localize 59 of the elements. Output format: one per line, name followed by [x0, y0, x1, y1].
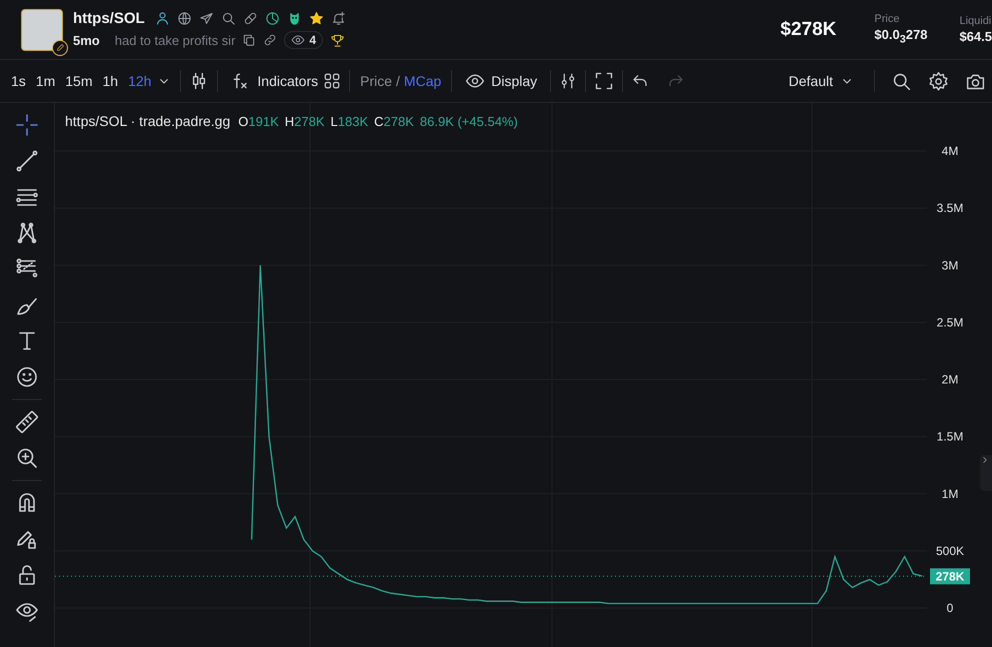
axis-tick-label: 4M	[942, 144, 958, 158]
axis-tick-label: 0	[946, 601, 954, 616]
axis-tick-label: 2.5M	[936, 315, 964, 330]
stat-value: $0.0$_{3}$278	[874, 27, 928, 46]
token-description: had to take profits sir	[114, 32, 236, 48]
send-icon[interactable]	[198, 11, 214, 26]
stat-label: Liquidi	[959, 15, 992, 27]
interval-tab[interactable]: 15m	[60, 69, 98, 93]
pattern-icon[interactable]	[15, 221, 39, 245]
ohlc-value: L183K	[330, 114, 368, 129]
axis-tick-label: 1.5M	[936, 430, 964, 444]
axis-tick-label: 3.5M	[936, 201, 964, 216]
layout-dropdown[interactable]: Default	[784, 69, 860, 93]
copy-icon[interactable]	[242, 33, 256, 47]
pie-chart-icon[interactable]	[264, 11, 280, 26]
link-icon[interactable]	[263, 33, 278, 47]
pill-icon[interactable]	[242, 11, 258, 26]
layout-grid-icon[interactable]	[323, 72, 342, 90]
crosshair-icon[interactable]	[15, 113, 39, 137]
interval-tab[interactable]: 1m	[30, 69, 60, 93]
token-name: https/SOL	[73, 10, 145, 27]
ohlc-value: O191K	[238, 114, 279, 129]
axis-tick-label: 2M	[942, 372, 958, 387]
bell-plus-icon[interactable]	[330, 11, 346, 26]
ref-line-label: 278K	[936, 569, 965, 584]
scale-separator: /	[396, 73, 400, 89]
globe-icon[interactable]	[176, 11, 192, 26]
watchers-count: 4	[284, 31, 324, 49]
axis-tick-label: 1M	[942, 486, 958, 501]
settings-icon[interactable]	[928, 70, 949, 92]
ohlc-value: H278K	[284, 114, 325, 129]
market-cap-value: $278K	[780, 18, 836, 40]
axis-tick-label: 3M	[942, 258, 958, 272]
smiley-icon[interactable]	[15, 365, 39, 389]
scale-mode-toggle[interactable]: Price	[358, 69, 394, 93]
fullscreen-icon[interactable]	[594, 71, 614, 91]
stat-value: $64.5	[959, 29, 992, 44]
eye-icon	[291, 33, 306, 47]
line-tool-icon[interactable]	[15, 149, 39, 173]
chart-symbol-title: https/SOL · trade.padre.gg	[65, 113, 230, 129]
stat-label: Price	[874, 13, 900, 26]
pencil-icon	[56, 43, 64, 52]
ruler-icon[interactable]	[15, 410, 39, 434]
change-value: 86.9K (+45.54%)	[420, 114, 518, 129]
trophy-icon[interactable]	[330, 32, 346, 48]
ohlc-value: C278K	[374, 114, 414, 129]
search-icon[interactable]	[220, 11, 236, 26]
display-button[interactable]: Display	[460, 67, 542, 95]
token-age: 5mo	[73, 32, 100, 48]
interval-tab[interactable]: 12h	[123, 69, 156, 93]
person-icon[interactable]	[154, 11, 170, 26]
interval-tab[interactable]: 1s	[6, 69, 31, 93]
interval-tab[interactable]: 1h	[97, 69, 124, 93]
indicators-button[interactable]: Indicators	[226, 67, 324, 95]
star-icon[interactable]	[308, 11, 324, 26]
last-value-tag: 278K	[930, 568, 970, 584]
scale-mode-toggle[interactable]: MCap	[402, 69, 444, 93]
axis-tick-label: 500K	[936, 544, 964, 558]
zoom-in-icon[interactable]	[15, 446, 39, 470]
